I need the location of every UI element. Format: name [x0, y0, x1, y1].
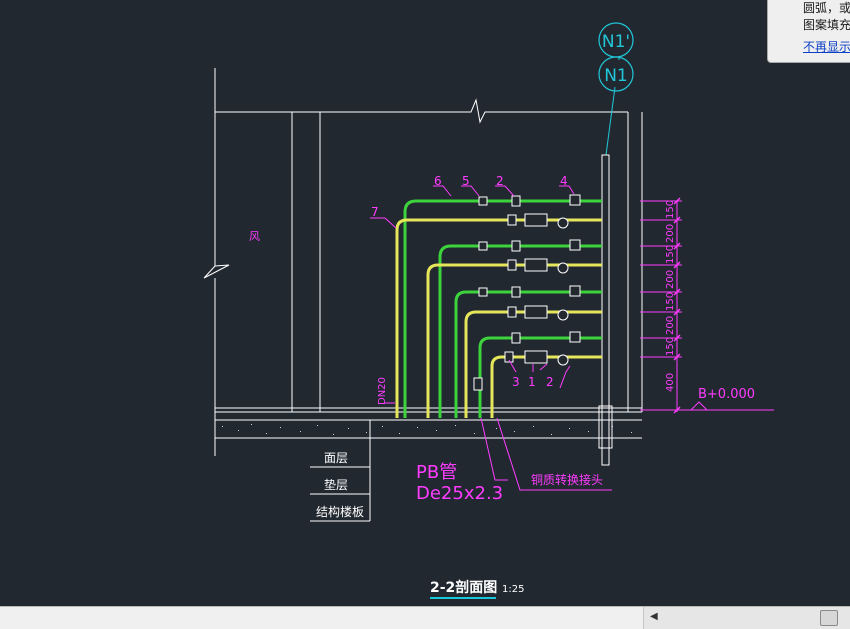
callout-7: 7 — [371, 205, 379, 219]
floor-slab-hatch — [222, 424, 632, 435]
callout-4: 4 — [560, 174, 568, 188]
callout-6: 6 — [434, 174, 442, 188]
tooltip-line-1: 圆弧，或 — [803, 1, 850, 15]
callout-2-bottom: 2 — [546, 375, 554, 389]
tooltip-dismiss-link[interactable]: 不再显示 — [803, 38, 850, 55]
riser-bubble-bottom-label: N1 — [604, 66, 628, 86]
dim-2: 200 — [665, 224, 676, 243]
section-title: 2-2剖面图 — [430, 579, 497, 596]
elevation-label: B+0.000 — [698, 387, 755, 402]
pipe-spec-label: De25x2.3 — [416, 483, 503, 504]
scrollbar-thumb[interactable] — [820, 610, 838, 626]
scrollbar-track[interactable] — [643, 607, 850, 629]
riser-bubble-bottom[interactable]: N1 — [598, 56, 634, 92]
dim-1: 150 — [665, 200, 676, 219]
dimension-chain — [640, 200, 774, 412]
riser-bubble-top[interactable]: N1' — [598, 22, 634, 58]
horizontal-scrollbar[interactable]: ◀ — [0, 606, 850, 629]
layer-label-slab: 结构楼板 — [316, 504, 364, 519]
callout-1-bottom: 1 — [528, 375, 536, 389]
dim-6: 200 — [665, 316, 676, 335]
callout-5: 5 — [462, 174, 470, 188]
pipe-material-label: PB管 — [416, 462, 457, 483]
dim-3: 150 — [665, 245, 676, 264]
riser-bubble-top-label: N1' — [602, 32, 630, 52]
layer-label-cushion: 垫层 — [324, 477, 348, 492]
callout-2: 2 — [496, 174, 504, 188]
callout-3-bottom: 3 — [512, 375, 520, 389]
dim-4: 200 — [665, 270, 676, 289]
room-outline — [203, 68, 643, 456]
tooltip-line-2: 图案填充 — [803, 18, 850, 32]
dim-5: 150 — [665, 292, 676, 311]
dim-7: 150 — [665, 337, 676, 356]
tooltip-popup: 圆弧，或 图案填充 不再显示 — [767, 0, 850, 63]
pipe-size-label: DN20 — [377, 377, 388, 405]
layer-label-surface: 面层 — [324, 451, 348, 465]
cad-drawing-canvas[interactable]: N1' N1 风 6 5 2 4 7 3 1 2 DN20 150 200 15… — [0, 0, 850, 606]
riser-n1 — [598, 56, 620, 466]
supply-pipes — [403, 199, 602, 418]
joint-note-label: 铜质转换接头 — [531, 472, 603, 487]
scroll-left-icon[interactable]: ◀ — [650, 611, 658, 622]
dim-8: 400 — [665, 373, 676, 392]
room-label: 风 — [249, 230, 260, 243]
section-scale: 1:25 — [502, 584, 524, 595]
